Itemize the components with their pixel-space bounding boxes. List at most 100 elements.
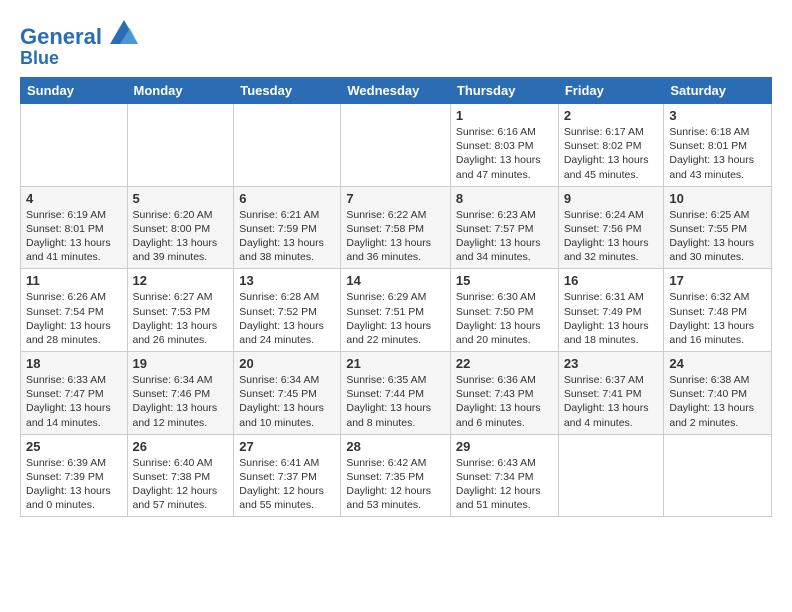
calendar-week-row: 1Sunrise: 6:16 AM Sunset: 8:03 PM Daylig… (21, 103, 772, 186)
day-number: 9 (564, 191, 659, 206)
day-detail: Sunrise: 6:37 AM Sunset: 7:41 PM Dayligh… (564, 373, 659, 430)
day-number: 13 (239, 273, 335, 288)
day-detail: Sunrise: 6:35 AM Sunset: 7:44 PM Dayligh… (346, 373, 445, 430)
day-detail: Sunrise: 6:20 AM Sunset: 8:00 PM Dayligh… (133, 208, 229, 265)
day-detail: Sunrise: 6:22 AM Sunset: 7:58 PM Dayligh… (346, 208, 445, 265)
calendar-header-row: SundayMondayTuesdayWednesdayThursdayFrid… (21, 77, 772, 103)
calendar: SundayMondayTuesdayWednesdayThursdayFrid… (20, 77, 772, 517)
calendar-cell (21, 103, 128, 186)
day-detail: Sunrise: 6:30 AM Sunset: 7:50 PM Dayligh… (456, 290, 553, 347)
day-detail: Sunrise: 6:34 AM Sunset: 7:46 PM Dayligh… (133, 373, 229, 430)
day-number: 10 (669, 191, 766, 206)
calendar-cell (664, 434, 772, 517)
calendar-header-thursday: Thursday (450, 77, 558, 103)
calendar-cell: 12 Sunrise: 6:27 AM Sunset: 7:53 PM Dayli… (127, 269, 234, 352)
day-number: 23 (564, 356, 659, 371)
day-detail: Sunrise: 6:33 AM Sunset: 7:47 PM Dayligh… (26, 373, 122, 430)
calendar-cell: 3Sunrise: 6:18 AM Sunset: 8:01 PM Daylig… (664, 103, 772, 186)
calendar-cell (341, 103, 451, 186)
day-number: 12 (133, 273, 229, 288)
calendar-week-row: 4 Sunrise: 6:19 AM Sunset: 8:01 PM Daylig… (21, 186, 772, 269)
calendar-cell: 18 Sunrise: 6:33 AM Sunset: 7:47 PM Dayli… (21, 352, 128, 435)
calendar-header-sunday: Sunday (21, 77, 128, 103)
calendar-cell: 21 Sunrise: 6:35 AM Sunset: 7:44 PM Dayli… (341, 352, 451, 435)
day-number: 27 (239, 439, 335, 454)
logo-icon (110, 20, 138, 44)
day-number: 24 (669, 356, 766, 371)
calendar-cell (127, 103, 234, 186)
calendar-cell: 23 Sunrise: 6:37 AM Sunset: 7:41 PM Dayli… (558, 352, 664, 435)
calendar-cell: 27 Sunrise: 6:41 AM Sunset: 7:37 PM Dayli… (234, 434, 341, 517)
calendar-cell: 14Sunrise: 6:29 AM Sunset: 7:51 PM Dayli… (341, 269, 451, 352)
calendar-week-row: 25 Sunrise: 6:39 AM Sunset: 7:39 PM Dayli… (21, 434, 772, 517)
day-number: 19 (133, 356, 229, 371)
day-number: 6 (239, 191, 335, 206)
calendar-cell: 7 Sunrise: 6:22 AM Sunset: 7:58 PM Daylig… (341, 186, 451, 269)
day-detail: Sunrise: 6:21 AM Sunset: 7:59 PM Dayligh… (239, 208, 335, 265)
calendar-cell: 2Sunrise: 6:17 AM Sunset: 8:02 PM Daylig… (558, 103, 664, 186)
calendar-cell: 16Sunrise: 6:31 AM Sunset: 7:49 PM Dayli… (558, 269, 664, 352)
calendar-week-row: 11 Sunrise: 6:26 AM Sunset: 7:54 PM Dayli… (21, 269, 772, 352)
calendar-cell: 10 Sunrise: 6:25 AM Sunset: 7:55 PM Dayli… (664, 186, 772, 269)
day-number: 17 (669, 273, 766, 288)
day-detail: Sunrise: 6:32 AM Sunset: 7:48 PM Dayligh… (669, 290, 766, 347)
day-detail: Sunrise: 6:25 AM Sunset: 7:55 PM Dayligh… (669, 208, 766, 265)
calendar-week-row: 18 Sunrise: 6:33 AM Sunset: 7:47 PM Dayli… (21, 352, 772, 435)
day-number: 18 (26, 356, 122, 371)
day-number: 7 (346, 191, 445, 206)
header: General Blue (20, 16, 772, 69)
day-detail: Sunrise: 6:36 AM Sunset: 7:43 PM Dayligh… (456, 373, 553, 430)
day-number: 25 (26, 439, 122, 454)
day-detail: Sunrise: 6:27 AM Sunset: 7:53 PM Dayligh… (133, 290, 229, 347)
day-number: 22 (456, 356, 553, 371)
day-detail: Sunrise: 6:23 AM Sunset: 7:57 PM Dayligh… (456, 208, 553, 265)
calendar-cell: 4 Sunrise: 6:19 AM Sunset: 8:01 PM Daylig… (21, 186, 128, 269)
logo-blue: Blue (20, 49, 138, 69)
calendar-cell: 26Sunrise: 6:40 AM Sunset: 7:38 PM Dayli… (127, 434, 234, 517)
calendar-header-friday: Friday (558, 77, 664, 103)
day-detail: Sunrise: 6:19 AM Sunset: 8:01 PM Dayligh… (26, 208, 122, 265)
day-detail: Sunrise: 6:31 AM Sunset: 7:49 PM Dayligh… (564, 290, 659, 347)
day-detail: Sunrise: 6:26 AM Sunset: 7:54 PM Dayligh… (26, 290, 122, 347)
day-detail: Sunrise: 6:18 AM Sunset: 8:01 PM Dayligh… (669, 125, 766, 182)
calendar-header-saturday: Saturday (664, 77, 772, 103)
day-detail: Sunrise: 6:42 AM Sunset: 7:35 PM Dayligh… (346, 456, 445, 513)
calendar-cell: 13 Sunrise: 6:28 AM Sunset: 7:52 PM Dayli… (234, 269, 341, 352)
day-detail: Sunrise: 6:40 AM Sunset: 7:38 PM Dayligh… (133, 456, 229, 513)
calendar-cell: 11 Sunrise: 6:26 AM Sunset: 7:54 PM Dayli… (21, 269, 128, 352)
day-number: 8 (456, 191, 553, 206)
day-number: 29 (456, 439, 553, 454)
logo-general: General (20, 24, 102, 49)
day-detail: Sunrise: 6:43 AM Sunset: 7:34 PM Dayligh… (456, 456, 553, 513)
day-detail: Sunrise: 6:17 AM Sunset: 8:02 PM Dayligh… (564, 125, 659, 182)
day-detail: Sunrise: 6:38 AM Sunset: 7:40 PM Dayligh… (669, 373, 766, 430)
day-detail: Sunrise: 6:41 AM Sunset: 7:37 PM Dayligh… (239, 456, 335, 513)
calendar-cell (234, 103, 341, 186)
day-number: 4 (26, 191, 122, 206)
calendar-header-tuesday: Tuesday (234, 77, 341, 103)
day-detail: Sunrise: 6:29 AM Sunset: 7:51 PM Dayligh… (346, 290, 445, 347)
calendar-header-wednesday: Wednesday (341, 77, 451, 103)
day-number: 5 (133, 191, 229, 206)
calendar-cell: 20Sunrise: 6:34 AM Sunset: 7:45 PM Dayli… (234, 352, 341, 435)
calendar-cell: 29 Sunrise: 6:43 AM Sunset: 7:34 PM Dayli… (450, 434, 558, 517)
calendar-cell: 17 Sunrise: 6:32 AM Sunset: 7:48 PM Dayli… (664, 269, 772, 352)
calendar-cell: 24 Sunrise: 6:38 AM Sunset: 7:40 PM Dayli… (664, 352, 772, 435)
day-number: 21 (346, 356, 445, 371)
calendar-cell: 1Sunrise: 6:16 AM Sunset: 8:03 PM Daylig… (450, 103, 558, 186)
day-number: 28 (346, 439, 445, 454)
day-number: 11 (26, 273, 122, 288)
day-detail: Sunrise: 6:28 AM Sunset: 7:52 PM Dayligh… (239, 290, 335, 347)
day-number: 15 (456, 273, 553, 288)
day-number: 20 (239, 356, 335, 371)
calendar-cell: 5 Sunrise: 6:20 AM Sunset: 8:00 PM Daylig… (127, 186, 234, 269)
calendar-cell: 28 Sunrise: 6:42 AM Sunset: 7:35 PM Dayli… (341, 434, 451, 517)
day-detail: Sunrise: 6:24 AM Sunset: 7:56 PM Dayligh… (564, 208, 659, 265)
day-number: 1 (456, 108, 553, 123)
calendar-cell: 15 Sunrise: 6:30 AM Sunset: 7:50 PM Dayli… (450, 269, 558, 352)
calendar-header-monday: Monday (127, 77, 234, 103)
calendar-cell: 19 Sunrise: 6:34 AM Sunset: 7:46 PM Dayli… (127, 352, 234, 435)
calendar-cell: 8 Sunrise: 6:23 AM Sunset: 7:57 PM Daylig… (450, 186, 558, 269)
day-detail: Sunrise: 6:39 AM Sunset: 7:39 PM Dayligh… (26, 456, 122, 513)
calendar-cell: 25 Sunrise: 6:39 AM Sunset: 7:39 PM Dayli… (21, 434, 128, 517)
